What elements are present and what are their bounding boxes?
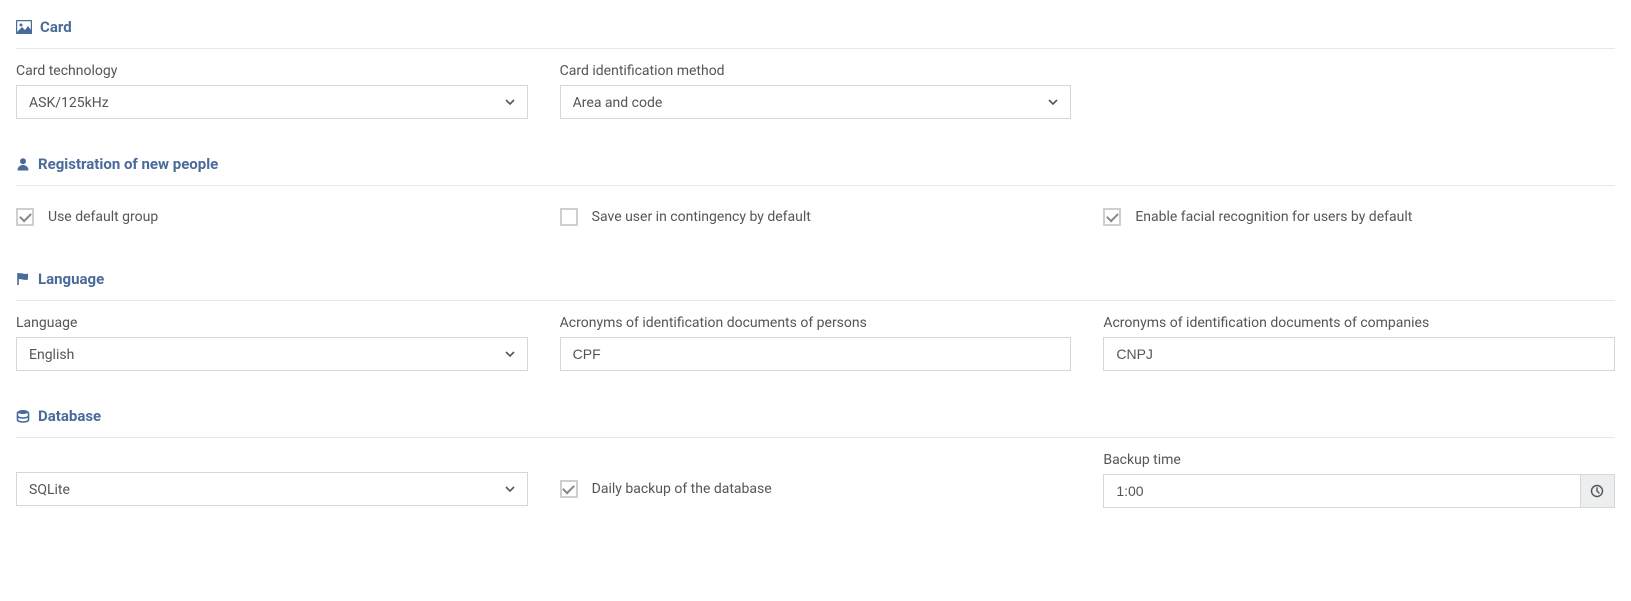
flag-icon (16, 272, 30, 286)
card-id-method-select[interactable]: Area and code (560, 85, 1072, 119)
language-select[interactable]: English (16, 337, 528, 371)
use-default-group-label: Use default group (48, 209, 158, 225)
enable-facial-checkbox[interactable] (1103, 208, 1121, 226)
section-language: Language Language English Acronyms of id… (16, 270, 1615, 371)
section-registration-header: Registration of new people (16, 155, 1615, 186)
section-database-title: Database (38, 407, 101, 425)
card-technology-select[interactable]: ASK/125kHz (16, 85, 528, 119)
daily-backup-checkbox[interactable] (560, 480, 578, 498)
daily-backup-row: Daily backup of the database (560, 472, 1072, 506)
persons-acronym-input[interactable] (560, 337, 1072, 371)
clock-icon (1590, 484, 1604, 498)
companies-acronym-input[interactable] (1103, 337, 1615, 371)
card-technology-label: Card technology (16, 63, 528, 79)
section-database: Database SQLite Daily backup of the data… (16, 407, 1615, 508)
card-id-method-label: Card identification method (560, 63, 1072, 79)
section-language-header: Language (16, 270, 1615, 301)
section-language-title: Language (38, 270, 104, 288)
companies-acronym-label: Acronyms of identification documents of … (1103, 315, 1615, 331)
daily-backup-label: Daily backup of the database (592, 481, 772, 497)
image-icon (16, 20, 32, 34)
user-icon (16, 157, 30, 171)
enable-facial-row: Enable facial recognition for users by d… (1103, 200, 1615, 234)
save-contingency-label: Save user in contingency by default (592, 209, 811, 225)
section-card-header: Card (16, 18, 1615, 49)
save-contingency-row: Save user in contingency by default (560, 200, 1072, 234)
backup-time-clock-button[interactable] (1580, 474, 1615, 508)
use-default-group-checkbox[interactable] (16, 208, 34, 226)
database-icon (16, 409, 30, 423)
database-engine-select[interactable]: SQLite (16, 472, 528, 506)
backup-time-input[interactable] (1103, 474, 1579, 508)
section-card: Card Card technology ASK/125kHz Card ide… (16, 18, 1615, 119)
section-database-header: Database (16, 407, 1615, 438)
language-select-label: Language (16, 315, 528, 331)
section-card-title: Card (40, 18, 72, 36)
backup-time-label: Backup time (1103, 452, 1615, 468)
save-contingency-checkbox[interactable] (560, 208, 578, 226)
use-default-group-row: Use default group (16, 200, 528, 234)
enable-facial-label: Enable facial recognition for users by d… (1135, 209, 1412, 225)
persons-acronym-label: Acronyms of identification documents of … (560, 315, 1072, 331)
section-registration: Registration of new people Use default g… (16, 155, 1615, 234)
section-registration-title: Registration of new people (38, 155, 218, 173)
